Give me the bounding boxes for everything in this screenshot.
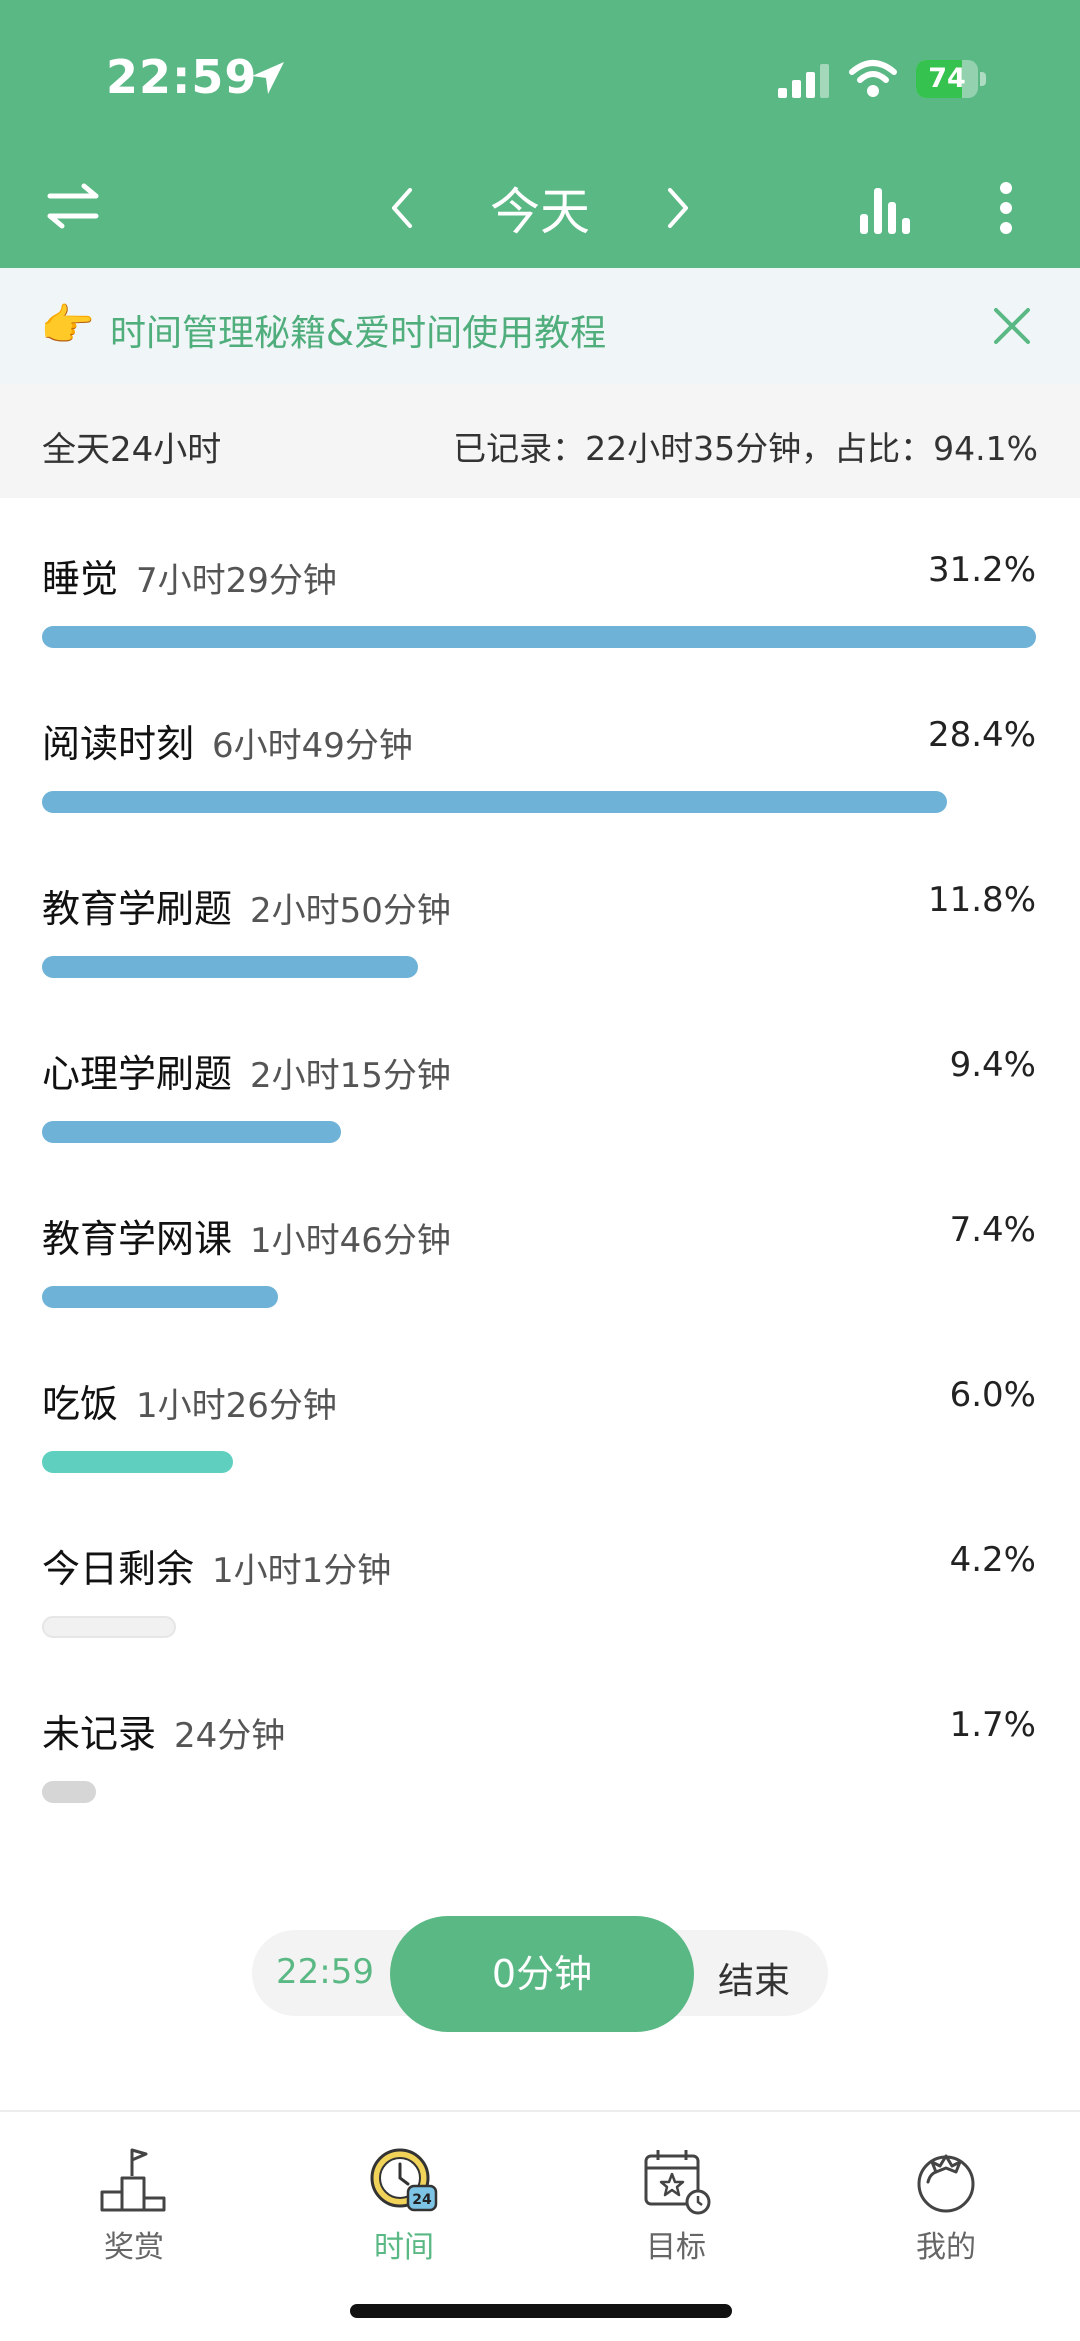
status-time: 22:59 [106, 50, 258, 104]
tab-profile[interactable]: 我的 [846, 2128, 1046, 2278]
activity-percent: 7.4% [949, 1210, 1036, 1250]
next-day-button[interactable] [662, 186, 694, 230]
timer-elapsed-button[interactable]: 0分钟 [390, 1916, 694, 2032]
tomato-icon [917, 2154, 975, 2213]
activity-duration: 1小时26分钟 [136, 1386, 337, 1426]
activity-title: 今日剩余 [42, 1547, 195, 1591]
end-timer-button[interactable]: 结束 [718, 1952, 790, 2004]
activity-title: 睡觉 [42, 557, 119, 601]
activity-duration: 1小时46分钟 [250, 1221, 451, 1261]
activity-title: 阅读时刻 [42, 722, 195, 766]
activity-duration: 7小时29分钟 [136, 561, 337, 601]
timer-start-time: 22:59 [276, 1952, 374, 1992]
activity-row[interactable]: 教育学网课 1小时46分钟 7.4% [0, 1158, 1080, 1323]
tab-label: 我的 [916, 2230, 976, 2265]
activity-percent: 9.4% [949, 1045, 1036, 1085]
switch-view-icon[interactable] [46, 182, 102, 230]
activity-percent: 28.4% [927, 715, 1036, 755]
activity-name: 心理学刷题 2小时15分钟 [42, 1043, 451, 1098]
activity-name: 未记录 24分钟 [42, 1703, 285, 1758]
activity-title: 心理学刷题 [42, 1052, 233, 1096]
day-summary: 全天24小时 已记录：22小时35分钟，占比：94.1% [0, 384, 1080, 498]
activity-name: 阅读时刻 6小时49分钟 [42, 713, 413, 768]
page-title: 今天 [490, 183, 590, 241]
cellular-signal-icon [778, 64, 829, 98]
clock-24-icon: 24 [370, 2148, 438, 2212]
previous-day-button[interactable] [386, 186, 418, 230]
activity-title: 吃饭 [42, 1382, 119, 1426]
activity-percent: 4.2% [949, 1540, 1036, 1580]
activity-progress-bar [42, 1451, 233, 1473]
more-menu-button[interactable] [986, 180, 1026, 236]
activity-percent: 11.8% [927, 880, 1036, 920]
tab-rewards[interactable]: 奖赏 [34, 2128, 234, 2278]
activity-title: 未记录 [42, 1712, 157, 1756]
activity-name: 教育学刷题 2小时50分钟 [42, 878, 451, 933]
tab-time[interactable]: 24 时间 [304, 2128, 504, 2278]
calendar-star-icon [644, 2150, 711, 2215]
activity-row[interactable]: 未记录 24分钟 1.7% [0, 1653, 1080, 1818]
activity-row[interactable]: 今日剩余 1小时1分钟 4.2% [0, 1488, 1080, 1653]
activity-name: 睡觉 7小时29分钟 [42, 548, 337, 603]
close-banner-button[interactable] [990, 304, 1034, 348]
battery-indicator: 74 [916, 60, 988, 98]
activity-duration: 1小时1分钟 [212, 1551, 392, 1591]
tab-goals[interactable]: 目标 [576, 2128, 776, 2278]
activity-duration: 2小时50分钟 [250, 891, 451, 931]
activity-row[interactable]: 阅读时刻 6小时49分钟 28.4% [0, 663, 1080, 828]
banner-link-text[interactable]: 时间管理秘籍&爱时间使用教程 [110, 304, 606, 356]
battery-body: 74 [916, 60, 978, 98]
battery-cap [980, 72, 986, 86]
activity-progress-bar [42, 626, 1036, 648]
top-app-bar: 22:59 74 今天 [0, 0, 1080, 268]
activity-title: 教育学网课 [42, 1217, 233, 1261]
location-arrow-icon [252, 62, 284, 94]
activity-percent: 6.0% [949, 1375, 1036, 1415]
activity-progress-bar [42, 956, 418, 978]
activity-name: 教育学网课 1小时46分钟 [42, 1208, 451, 1263]
activity-row[interactable]: 教育学刷题 2小时50分钟 11.8% [0, 828, 1080, 993]
tab-label: 奖赏 [104, 2230, 164, 2265]
statistics-chart-button[interactable] [858, 180, 912, 236]
wifi-icon [849, 60, 897, 97]
total-hours-label: 全天24小时 [42, 430, 222, 470]
home-indicator [350, 2304, 732, 2318]
activity-percent: 31.2% [927, 550, 1036, 590]
activity-progress-bar [42, 1781, 96, 1803]
tab-label: 时间 [374, 2230, 434, 2265]
activity-name: 吃饭 1小时26分钟 [42, 1373, 337, 1428]
activity-row[interactable]: 心理学刷题 2小时15分钟 9.4% [0, 993, 1080, 1158]
tutorial-banner[interactable]: 👉 时间管理秘籍&爱时间使用教程 [0, 268, 1080, 384]
activity-row[interactable]: 吃饭 1小时26分钟 6.0% [0, 1323, 1080, 1488]
activity-progress-bar [42, 1121, 341, 1143]
activity-duration: 24分钟 [174, 1716, 286, 1756]
pointing-hand-icon: 👉 [40, 300, 95, 351]
svg-text:24: 24 [412, 2192, 432, 2208]
running-timer: 22:59 0分钟 结束 [252, 1916, 828, 2032]
activity-percent: 1.7% [949, 1705, 1036, 1745]
activity-progress-bar [42, 1616, 176, 1638]
activity-progress-bar [42, 791, 947, 813]
activity-duration: 2小时15分钟 [250, 1056, 451, 1096]
activity-name: 今日剩余 1小时1分钟 [42, 1538, 391, 1593]
activity-progress-bar [42, 1286, 278, 1308]
activity-title: 教育学刷题 [42, 887, 233, 931]
activity-duration: 6小时49分钟 [212, 726, 413, 766]
activity-row[interactable]: 睡觉 7小时29分钟 31.2% [0, 498, 1080, 663]
tab-label: 目标 [646, 2230, 706, 2265]
recorded-summary: 已记录：22小时35分钟，占比：94.1% [453, 429, 1038, 468]
battery-level: 74 [928, 63, 966, 94]
flag-podium-icon [100, 2148, 166, 2212]
